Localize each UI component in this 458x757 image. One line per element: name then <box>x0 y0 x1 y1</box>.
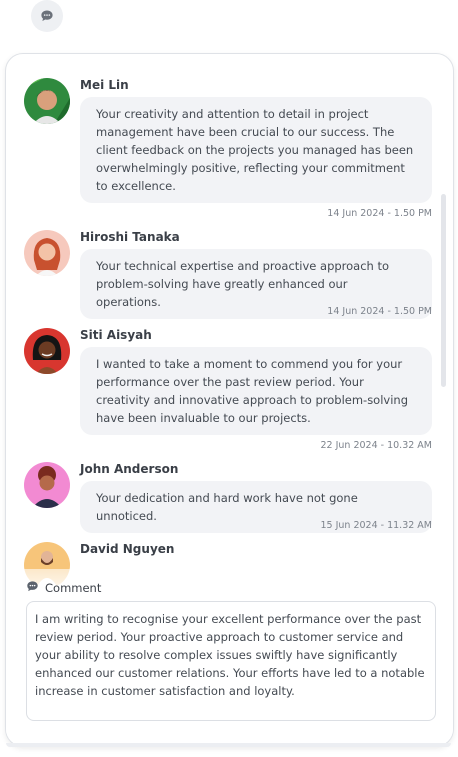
commenter-name: Mei Lin <box>80 78 129 92</box>
comment-label: Comment <box>26 580 101 596</box>
comment-text: I wanted to take a moment to commend you… <box>80 347 432 435</box>
scrollbar[interactable] <box>441 194 446 387</box>
commenter-name: John Anderson <box>80 462 179 476</box>
commenter-name: David Nguyen <box>80 542 175 556</box>
comment-icon <box>26 580 39 596</box>
panel-notch <box>32 54 72 58</box>
comment-timestamp: 15 Jun 2024 - 11.32 AM <box>320 520 432 531</box>
comment-label-text: Comment <box>45 581 102 595</box>
avatar <box>24 328 70 374</box>
panel-bottom-shadow <box>6 743 451 747</box>
comment-timestamp: 22 Jun 2024 - 10.32 AM <box>320 440 432 451</box>
commenter-name: Hiroshi Tanaka <box>80 230 180 244</box>
comment-textarea[interactable]: I am writing to recognise your excellent… <box>26 601 436 721</box>
avatar <box>24 78 70 124</box>
comment-composer: Comment I am writing to recognise your e… <box>6 569 453 746</box>
comment-timestamp: 14 Jun 2024 - 1.50 PM <box>327 208 432 219</box>
avatar <box>24 462 70 508</box>
commenter-name: Siti Aisyah <box>80 328 152 342</box>
comments-panel: Mei Lin Your creativity and attention to… <box>5 53 454 747</box>
comment-timestamp: 14 Jun 2024 - 1.50 PM <box>327 306 432 317</box>
comment-text: Your creativity and attention to detail … <box>80 97 432 203</box>
avatar <box>24 230 70 276</box>
chat-bubble-icon[interactable] <box>31 0 63 32</box>
